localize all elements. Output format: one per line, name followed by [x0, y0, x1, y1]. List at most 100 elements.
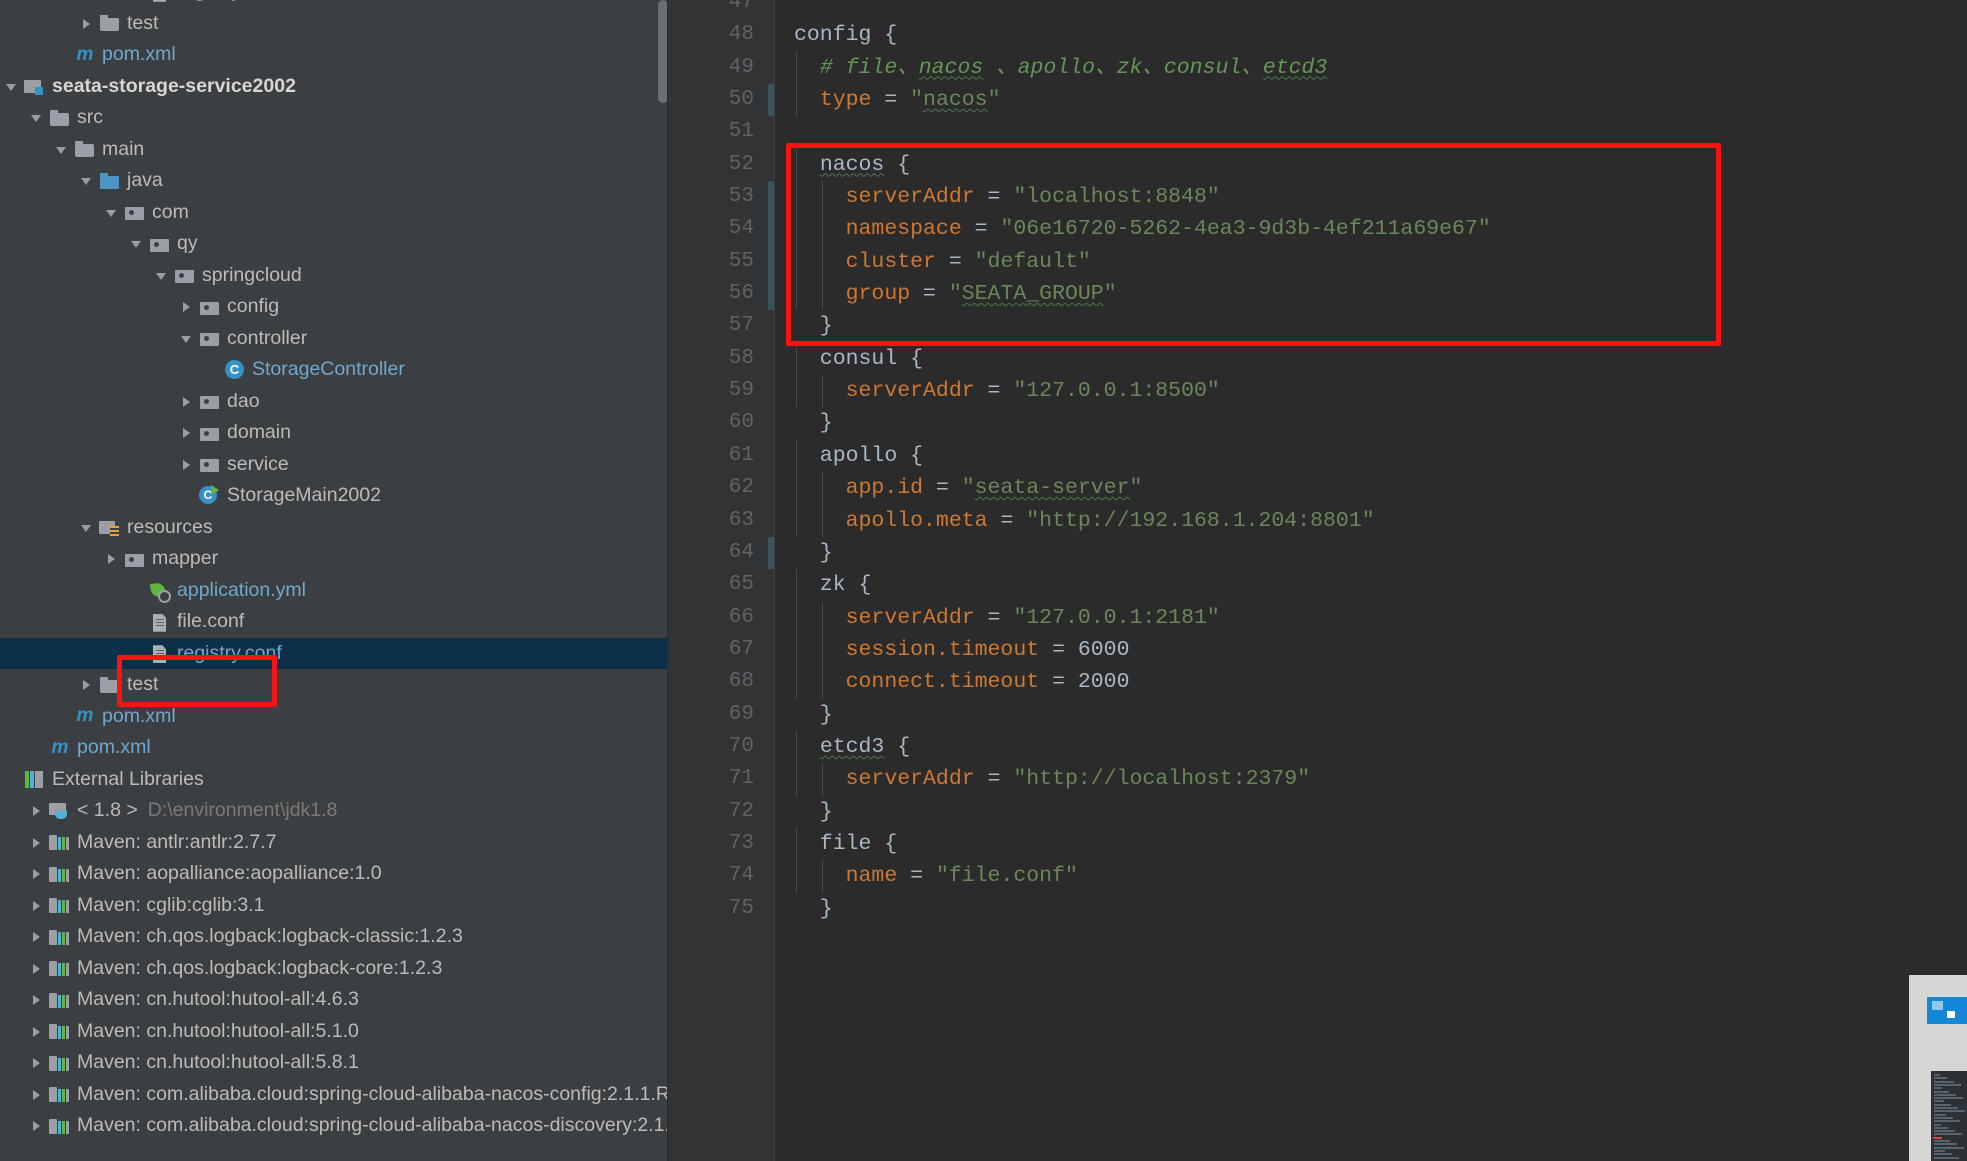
code-line[interactable]: 50 type = "nacos" [668, 84, 1967, 117]
code-line[interactable]: 60 } [668, 407, 1967, 439]
tree-item[interactable]: Maven: cn.hutool:hutool-all:5.1.0 [0, 1016, 668, 1048]
code-line[interactable]: 75 } [668, 893, 1967, 925]
tree-item[interactable]: domain [0, 417, 668, 449]
chevron-right-icon[interactable] [179, 449, 196, 481]
tree-item[interactable]: test [0, 669, 668, 701]
change-marker[interactable] [768, 278, 774, 311]
tree-item[interactable]: m pom.xml [0, 701, 668, 733]
code-line[interactable]: 67 session.timeout = 6000 [668, 633, 1967, 667]
chevron-down-icon[interactable] [54, 134, 71, 166]
code-line[interactable]: 54 namespace = "06e16720-5262-4ea3-9d3b-… [668, 213, 1967, 246]
code-line[interactable]: 71 serverAddr = "http://localhost:2379" [668, 763, 1967, 796]
tree-item[interactable]: qy [0, 228, 668, 260]
chevron-down-icon[interactable] [29, 102, 46, 134]
screenshot-tool-icon[interactable] [1927, 997, 1967, 1024]
code-line[interactable]: 56 group = "SEATA_GROUP" [668, 278, 1967, 311]
chevron-right-icon[interactable] [29, 1079, 46, 1111]
chevron-right-icon[interactable] [29, 953, 46, 985]
tree-item[interactable]: External Libraries [0, 764, 668, 796]
tree-item[interactable]: StorageController [0, 354, 668, 386]
chevron-right-icon[interactable] [79, 8, 96, 40]
change-marker[interactable] [768, 536, 774, 570]
tree-item[interactable]: Maven: ch.qos.logback:logback-classic:1.… [0, 921, 668, 953]
tree-item[interactable]: Maven: antlr:antlr:2.7.7 [0, 827, 668, 859]
code-line[interactable]: 65 zk { [668, 569, 1967, 602]
tree-item[interactable]: com [0, 197, 668, 229]
code-line[interactable]: 59 serverAddr = "127.0.0.1:8500" [668, 375, 1967, 408]
chevron-down-icon[interactable] [104, 197, 121, 229]
code-line[interactable]: 74 name = "file.conf" [668, 860, 1967, 893]
tree-item[interactable]: m pom.xml [0, 732, 668, 764]
tree-item[interactable]: main [0, 134, 668, 166]
chevron-right-icon[interactable] [179, 386, 196, 418]
change-marker[interactable] [768, 181, 774, 214]
code-line[interactable]: 52 nacos { [668, 148, 1967, 182]
tree-item[interactable]: StorageMain2002 [0, 480, 668, 512]
tree-item[interactable]: dao [0, 386, 668, 418]
chevron-right-icon[interactable] [29, 1016, 46, 1048]
code-line[interactable]: 51 [668, 116, 1967, 148]
chevron-right-icon[interactable] [29, 827, 46, 859]
tree-item[interactable]: controller [0, 323, 668, 355]
chevron-down-icon[interactable] [154, 260, 171, 292]
tree-item[interactable]: Maven: cn.hutool:hutool-all:4.6.3 [0, 984, 668, 1016]
chevron-right-icon[interactable] [29, 1047, 46, 1079]
code-line[interactable]: 58 consul { [668, 342, 1967, 376]
chevron-right-icon[interactable] [179, 291, 196, 323]
tree-item[interactable]: mapper [0, 543, 668, 575]
code-line[interactable]: 68 connect.timeout = 2000 [668, 666, 1967, 699]
tree-item[interactable]: Maven: aopalliance:aopalliance:1.0 [0, 858, 668, 890]
code-line[interactable]: 55 cluster = "default" [668, 245, 1967, 279]
tree-item-selected[interactable]: registry.conf [0, 637, 668, 669]
code-line[interactable]: 49 # file、nacos 、apollo、zk、consul、etcd3 [668, 51, 1967, 85]
tree-item[interactable]: m pom.xml [0, 39, 668, 71]
tree-item[interactable]: Maven: ch.qos.logback:logback-core:1.2.3 [0, 953, 668, 985]
tree-item[interactable]: seata-storage-service2002 [0, 71, 668, 103]
code-line[interactable]: 48 config { [668, 19, 1967, 51]
tree-item[interactable]: config [0, 291, 668, 323]
chevron-right-icon[interactable] [104, 543, 121, 575]
chevron-right-icon[interactable] [29, 1110, 46, 1142]
code-line[interactable]: 47 [668, 0, 1967, 19]
chevron-down-icon[interactable] [79, 512, 96, 544]
chevron-down-icon[interactable] [129, 228, 146, 260]
code-line[interactable]: 70 etcd3 { [668, 730, 1967, 764]
chevron-right-icon[interactable] [79, 669, 96, 701]
tree-item[interactable]: service [0, 449, 668, 481]
project-tree-panel[interactable]: registry.conf test m pom.xml seata-storage-s… [0, 0, 668, 1161]
tree-item[interactable]: Maven: com.alibaba.cloud:spring-cloud-al… [0, 1079, 668, 1111]
chevron-right-icon[interactable] [179, 417, 196, 449]
code-line[interactable]: 66 serverAddr = "127.0.0.1:2181" [668, 601, 1967, 634]
change-marker[interactable] [768, 213, 774, 246]
tree-item[interactable]: springcloud [0, 260, 668, 292]
code-line[interactable]: 69 } [668, 699, 1967, 731]
code-line[interactable]: 62 app.id = "seata-server" [668, 472, 1967, 505]
code-editor-panel[interactable]: 47 48 config {49 # file、nacos 、apollo、zk、c… [668, 0, 1967, 1161]
tree-item[interactable]: file.conf [0, 606, 668, 638]
chevron-right-icon[interactable] [29, 795, 46, 827]
chevron-down-icon[interactable] [4, 71, 21, 103]
chevron-right-icon[interactable] [29, 890, 46, 922]
chevron-right-icon[interactable] [29, 858, 46, 890]
change-marker[interactable] [768, 245, 774, 279]
tree-item[interactable]: test [0, 8, 668, 40]
tree-item[interactable]: java [0, 165, 668, 197]
tree-item[interactable]: application.yml [0, 575, 668, 607]
chevron-down-icon[interactable] [79, 165, 96, 197]
chevron-down-icon[interactable] [179, 323, 196, 355]
code-line[interactable]: 63 apollo.meta = "http://192.168.1.204:8… [668, 504, 1967, 537]
chevron-right-icon[interactable] [29, 921, 46, 953]
code-line[interactable]: 57 } [668, 310, 1967, 342]
code-line[interactable]: 72 } [668, 796, 1967, 828]
code-line[interactable]: 61 apollo { [668, 439, 1967, 473]
chevron-right-icon[interactable] [29, 984, 46, 1016]
tree-item[interactable]: Maven: cglib:cglib:3.1 [0, 890, 668, 922]
tree-item[interactable]: src [0, 102, 668, 134]
tree-item[interactable]: Maven: com.alibaba.cloud:spring-cloud-al… [0, 1110, 668, 1142]
tree-item[interactable]: registry.conf [0, 0, 668, 8]
code-line[interactable]: 64 } [668, 536, 1967, 570]
code-line[interactable]: 53 serverAddr = "localhost:8848" [668, 181, 1967, 214]
tree-item[interactable]: resources [0, 512, 668, 544]
tree-item[interactable]: Maven: cn.hutool:hutool-all:5.8.1 [0, 1047, 668, 1079]
floating-window[interactable] [1909, 975, 1967, 1161]
